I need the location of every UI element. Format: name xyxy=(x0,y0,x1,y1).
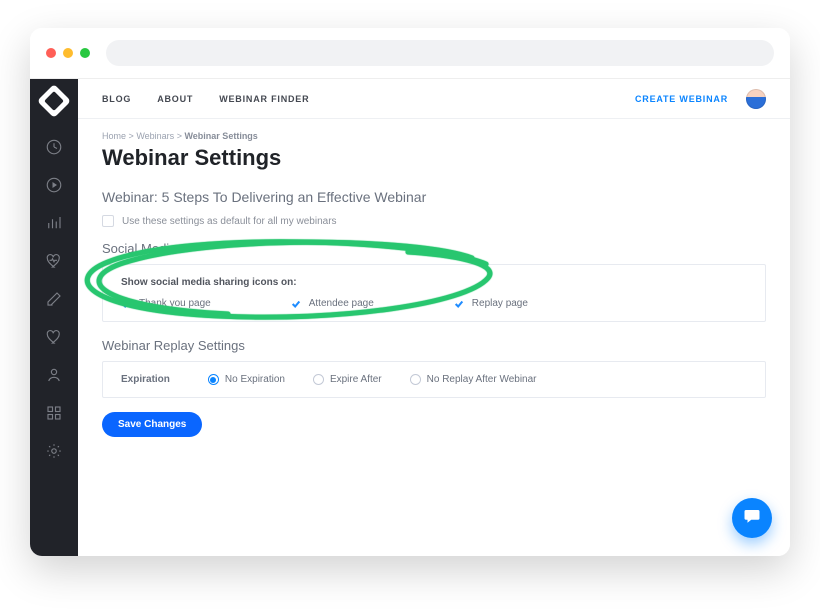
check-icon xyxy=(291,299,301,309)
replay-option-noexpiration[interactable]: No Expiration xyxy=(208,374,285,385)
content-area: BLOG ABOUT WEBINAR FINDER CREATE WEBINAR… xyxy=(78,79,790,556)
nav-finder[interactable]: WEBINAR FINDER xyxy=(219,94,309,104)
minimize-dot-icon[interactable] xyxy=(63,48,73,58)
grid-icon[interactable] xyxy=(44,403,64,423)
nav-about[interactable]: ABOUT xyxy=(157,94,193,104)
browser-window: BLOG ABOUT WEBINAR FINDER CREATE WEBINAR… xyxy=(30,28,790,556)
avatar[interactable] xyxy=(746,89,766,109)
check-icon xyxy=(454,299,464,309)
replay-option-expireafter[interactable]: Expire After xyxy=(313,374,382,385)
replay-panel: Expiration No Expiration Expire After No… xyxy=(102,361,766,398)
replay-option-label: Expire After xyxy=(330,374,382,385)
social-panel: Show social media sharing icons on: Than… xyxy=(102,264,766,322)
app-logo-icon[interactable] xyxy=(37,84,71,118)
breadcrumb-webinars[interactable]: Webinars xyxy=(136,131,174,141)
social-option-replay[interactable]: Replay page xyxy=(454,298,528,309)
social-option-label: Replay page xyxy=(472,298,528,309)
chart-icon[interactable] xyxy=(44,213,64,233)
replay-option-label: No Replay After Webinar xyxy=(427,374,537,385)
sidebar xyxy=(30,79,78,556)
expiration-label: Expiration xyxy=(121,374,170,385)
breadcrumb-sep: > xyxy=(129,131,134,141)
default-settings-checkbox-row[interactable]: Use these settings as default for all my… xyxy=(102,215,766,227)
breadcrumb-home[interactable]: Home xyxy=(102,131,126,141)
heart-icon[interactable] xyxy=(44,327,64,347)
play-icon[interactable] xyxy=(44,175,64,195)
window-controls xyxy=(46,48,90,58)
nav-blog[interactable]: BLOG xyxy=(102,94,131,104)
breadcrumb-current: Webinar Settings xyxy=(184,131,257,141)
default-settings-label: Use these settings as default for all my… xyxy=(122,216,337,227)
heart-rate-icon[interactable] xyxy=(44,251,64,271)
top-nav: BLOG ABOUT WEBINAR FINDER CREATE WEBINAR xyxy=(78,79,790,119)
chat-fab[interactable] xyxy=(732,498,772,538)
edit-icon[interactable] xyxy=(44,289,64,309)
page-body: Home > Webinars > Webinar Settings Webin… xyxy=(78,119,790,461)
default-settings-checkbox[interactable] xyxy=(102,215,114,227)
radio-icon[interactable] xyxy=(410,374,421,385)
replay-option-noreplay[interactable]: No Replay After Webinar xyxy=(410,374,537,385)
social-option-thankyou[interactable]: Thank you page xyxy=(121,298,211,309)
replay-section-label: Webinar Replay Settings xyxy=(102,338,766,353)
radio-icon[interactable] xyxy=(313,374,324,385)
social-option-label: Attendee page xyxy=(309,298,374,309)
page-title: Webinar Settings xyxy=(102,145,766,171)
radio-icon[interactable] xyxy=(208,374,219,385)
gear-icon[interactable] xyxy=(44,441,64,461)
social-option-attendee[interactable]: Attendee page xyxy=(291,298,374,309)
zoom-dot-icon[interactable] xyxy=(80,48,90,58)
close-dot-icon[interactable] xyxy=(46,48,56,58)
social-section-label: Social Media xyxy=(102,241,766,256)
user-icon[interactable] xyxy=(44,365,64,385)
create-webinar-link[interactable]: CREATE WEBINAR xyxy=(635,94,728,104)
webinar-subhead: Webinar: 5 Steps To Delivering an Effect… xyxy=(102,189,766,205)
social-option-label: Thank you page xyxy=(139,298,211,309)
breadcrumb: Home > Webinars > Webinar Settings xyxy=(102,131,766,141)
url-bar[interactable] xyxy=(106,40,774,66)
dashboard-icon[interactable] xyxy=(44,137,64,157)
app-frame: BLOG ABOUT WEBINAR FINDER CREATE WEBINAR… xyxy=(30,78,790,556)
social-panel-label: Show social media sharing icons on: xyxy=(121,277,747,288)
chat-icon xyxy=(743,507,761,530)
replay-option-label: No Expiration xyxy=(225,374,285,385)
browser-chrome xyxy=(30,28,790,78)
save-button[interactable]: Save Changes xyxy=(102,412,202,437)
check-icon xyxy=(121,299,131,309)
breadcrumb-sep: > xyxy=(177,131,182,141)
